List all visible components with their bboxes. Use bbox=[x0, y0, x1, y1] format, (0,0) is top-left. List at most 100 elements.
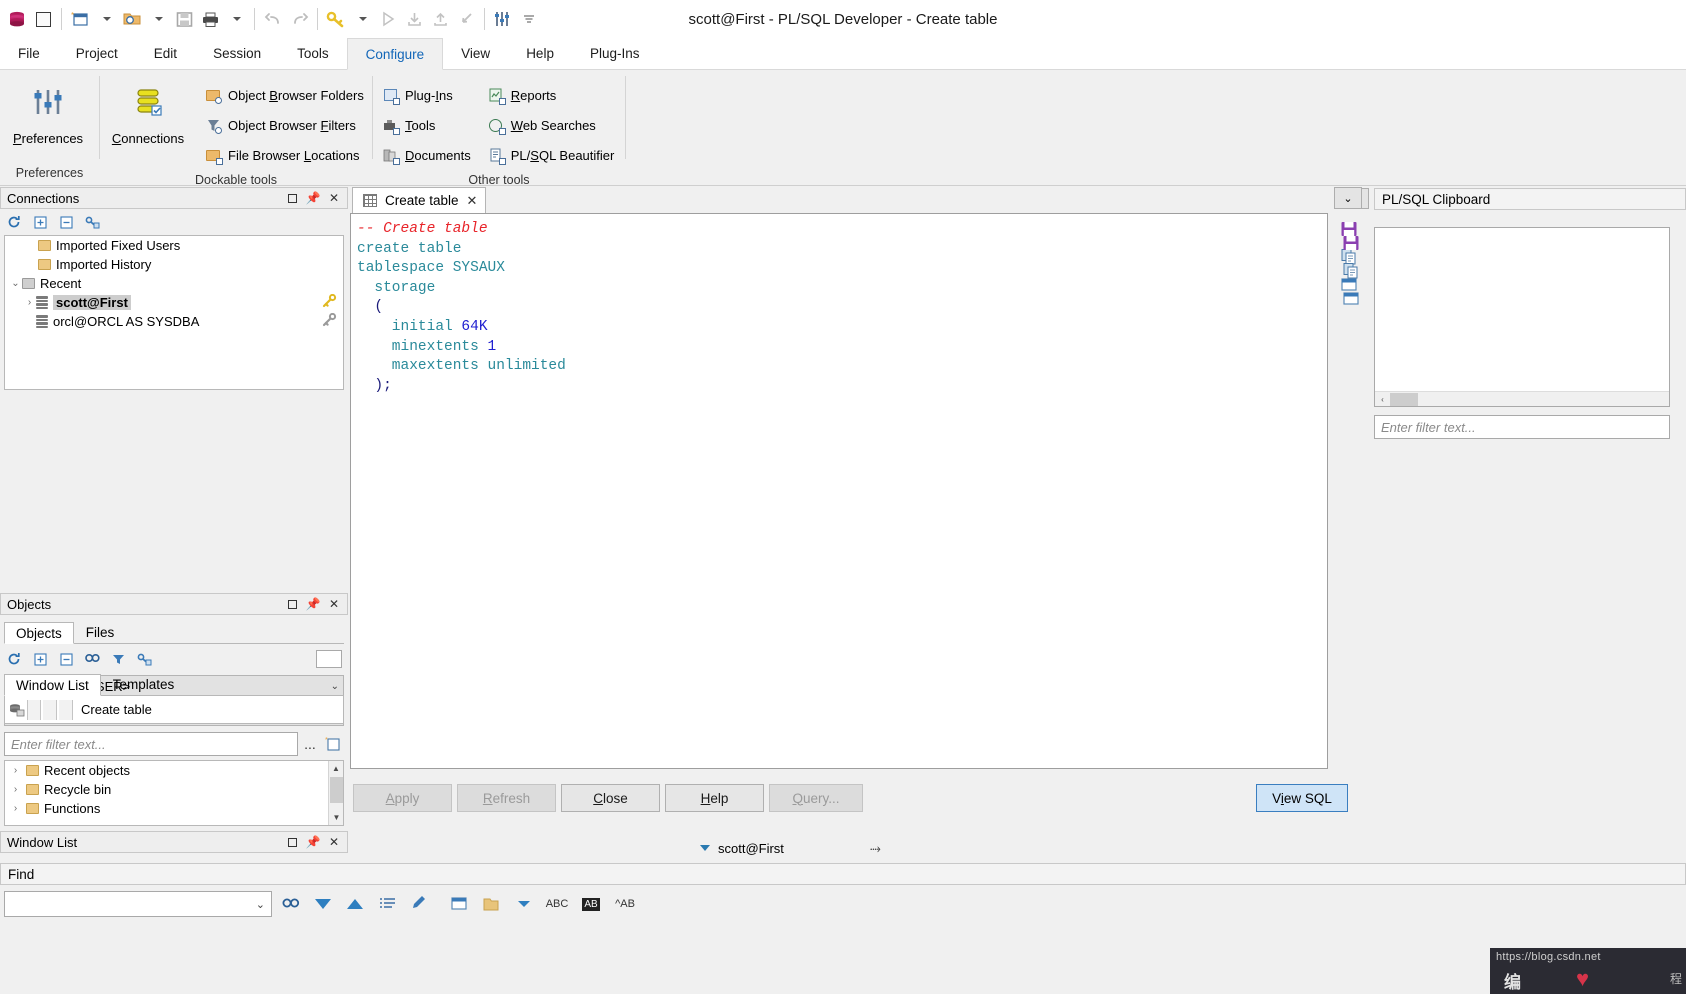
tab-window-list[interactable]: Window List bbox=[4, 674, 101, 696]
new-dropdown-icon[interactable] bbox=[93, 4, 119, 34]
twisty-collapsed-icon[interactable]: › bbox=[9, 765, 22, 776]
objects-toolbar[interactable] bbox=[0, 646, 348, 672]
redo-icon[interactable] bbox=[286, 4, 312, 34]
object-browser-folders-button[interactable]: Object Browser Folders bbox=[196, 80, 372, 110]
menu-tab-tools[interactable]: Tools bbox=[279, 37, 347, 69]
tree-item-imported-fixed-users[interactable]: Imported Fixed Users bbox=[5, 236, 343, 255]
window-list-maximize-button[interactable] bbox=[286, 836, 298, 848]
tree-item-recycle-bin[interactable]: › Recycle bin bbox=[5, 780, 343, 799]
objects-filter-input[interactable]: Enter filter text... bbox=[4, 732, 298, 756]
apply-button[interactable]: Apply bbox=[353, 784, 452, 812]
find-in-window-icon[interactable] bbox=[446, 891, 472, 917]
tree-item-scott-first[interactable]: › scott@First bbox=[5, 293, 343, 312]
find-next-icon[interactable] bbox=[310, 891, 336, 917]
open-file-icon[interactable] bbox=[119, 4, 145, 34]
find-icon[interactable] bbox=[84, 651, 100, 667]
objects-pin-button[interactable]: 📌 bbox=[306, 597, 321, 611]
refresh-icon[interactable] bbox=[6, 651, 22, 667]
import-icon[interactable] bbox=[401, 4, 427, 34]
clipboard-toolbar[interactable] bbox=[1334, 229, 1368, 313]
find-previous-icon[interactable] bbox=[342, 891, 368, 917]
status-pin-icon[interactable]: ⤑ bbox=[870, 840, 881, 857]
key-icon[interactable] bbox=[323, 4, 349, 34]
browser-filter-icon[interactable] bbox=[136, 651, 152, 667]
connections-button[interactable]: Connections bbox=[100, 76, 196, 146]
refresh-icon[interactable] bbox=[6, 214, 22, 230]
connections-toolbar[interactable] bbox=[0, 209, 348, 235]
twisty-collapsed-icon[interactable]: › bbox=[9, 784, 22, 795]
find-list-icon[interactable] bbox=[374, 891, 400, 917]
break-icon[interactable] bbox=[453, 4, 479, 34]
connections-maximize-button[interactable] bbox=[286, 192, 298, 204]
export-icon[interactable] bbox=[427, 4, 453, 34]
save-clipboard-icon[interactable] bbox=[1334, 229, 1368, 257]
session-dropdown-icon[interactable] bbox=[700, 845, 710, 851]
web-searches-button[interactable]: Web Searches bbox=[479, 110, 623, 140]
whole-word-icon[interactable]: AB bbox=[578, 891, 604, 917]
objects-new-filter-icon[interactable]: * bbox=[323, 733, 343, 753]
collapse-all-icon[interactable] bbox=[58, 214, 74, 230]
new-window-icon[interactable] bbox=[1334, 285, 1368, 313]
clear-highlight-icon[interactable] bbox=[406, 891, 432, 917]
connections-pin-button[interactable]: 📌 bbox=[306, 191, 321, 205]
save-icon[interactable] bbox=[171, 4, 197, 34]
new-window-icon[interactable] bbox=[30, 4, 56, 34]
print-dropdown-icon[interactable] bbox=[223, 4, 249, 34]
dialog-button-row[interactable]: Apply Refresh Close Help Query... View S… bbox=[348, 784, 1370, 818]
expand-all-icon[interactable] bbox=[32, 651, 48, 667]
objects-tree-scrollbar[interactable]: ▲ ▼ bbox=[328, 761, 343, 825]
close-icon[interactable]: ✕ bbox=[467, 193, 478, 209]
clipboard-list[interactable]: ‹ bbox=[1374, 227, 1670, 407]
tree-item-functions[interactable]: › Functions bbox=[5, 799, 343, 818]
plugins-button[interactable]: Plug-Ins bbox=[373, 80, 479, 110]
twisty-expanded-icon[interactable]: ⌄ bbox=[9, 278, 22, 289]
tree-item-recent-objects[interactable]: › Recent objects bbox=[5, 761, 343, 780]
menu-tab-plugins[interactable]: Plug-Ins bbox=[572, 37, 658, 69]
tree-item-orcl-sysdba[interactable]: orcl@ORCL AS SYSDBA bbox=[5, 312, 343, 331]
twisty-collapsed-icon[interactable]: › bbox=[9, 803, 22, 814]
find-input[interactable]: ⌄ bbox=[4, 891, 272, 917]
quick-access-toolbar[interactable]: * bbox=[0, 0, 542, 38]
expand-all-icon[interactable] bbox=[32, 214, 48, 230]
menu-tab-configure[interactable]: Configure bbox=[346, 38, 444, 70]
overflow-icon[interactable] bbox=[516, 4, 542, 34]
tab-templates[interactable]: Templates bbox=[101, 673, 187, 695]
key-dropdown-icon[interactable] bbox=[349, 4, 375, 34]
document-tabstrip[interactable]: Create table ✕ ⌄ bbox=[348, 187, 1370, 213]
scroll-up-arrow-icon[interactable]: ▲ bbox=[329, 761, 343, 776]
refresh-button[interactable]: Refresh bbox=[457, 784, 556, 812]
view-sql-button[interactable]: View SQL bbox=[1256, 784, 1348, 812]
find-icon[interactable] bbox=[278, 891, 304, 917]
window-list-close-button[interactable]: ✕ bbox=[328, 835, 340, 849]
menu-bar[interactable]: File Project Edit Session Tools Configur… bbox=[0, 38, 1686, 70]
file-browser-locations-button[interactable]: File Browser Locations bbox=[196, 140, 372, 170]
window-list-pin-button[interactable]: 📌 bbox=[306, 835, 321, 849]
twisty-collapsed-icon[interactable]: › bbox=[23, 297, 36, 308]
find-dropdown-icon[interactable] bbox=[510, 891, 536, 917]
menu-tab-file[interactable]: File bbox=[0, 37, 58, 69]
collapse-all-icon[interactable] bbox=[58, 651, 74, 667]
chevron-down-icon[interactable]: ⌄ bbox=[256, 898, 265, 911]
window-list-tabstrip[interactable]: Window List Templates bbox=[4, 672, 344, 696]
tools-button[interactable]: Tools bbox=[373, 110, 479, 140]
open-dropdown-icon[interactable] bbox=[145, 4, 171, 34]
preferences-button[interactable]: Preferences bbox=[0, 76, 96, 146]
query-button[interactable]: Query... bbox=[769, 784, 863, 812]
regex-icon[interactable]: ^AB bbox=[612, 891, 638, 917]
objects-maximize-button[interactable] bbox=[286, 598, 298, 610]
scroll-left-arrow-icon[interactable]: ‹ bbox=[1375, 395, 1390, 404]
undo-icon[interactable] bbox=[260, 4, 286, 34]
execute-icon[interactable] bbox=[375, 4, 401, 34]
filter-icon[interactable] bbox=[110, 651, 126, 667]
objects-filter-more-button[interactable]: ... bbox=[301, 735, 319, 753]
find-in-folder-icon[interactable] bbox=[478, 891, 504, 917]
document-tab-create-table[interactable]: Create table ✕ bbox=[352, 187, 487, 213]
menu-tab-view[interactable]: View bbox=[443, 37, 508, 69]
help-button[interactable]: Help bbox=[665, 784, 764, 812]
tab-files[interactable]: Files bbox=[74, 621, 127, 643]
menu-tab-edit[interactable]: Edit bbox=[136, 37, 195, 69]
clipboard-filter-input[interactable]: Enter filter text... bbox=[1374, 415, 1670, 439]
window-list-item-create-table[interactable]: Create table bbox=[4, 696, 344, 724]
object-browser-filters-button[interactable]: Object Browser Filters bbox=[196, 110, 372, 140]
beautifier-button[interactable]: PL/SQL Beautifier bbox=[479, 140, 623, 170]
